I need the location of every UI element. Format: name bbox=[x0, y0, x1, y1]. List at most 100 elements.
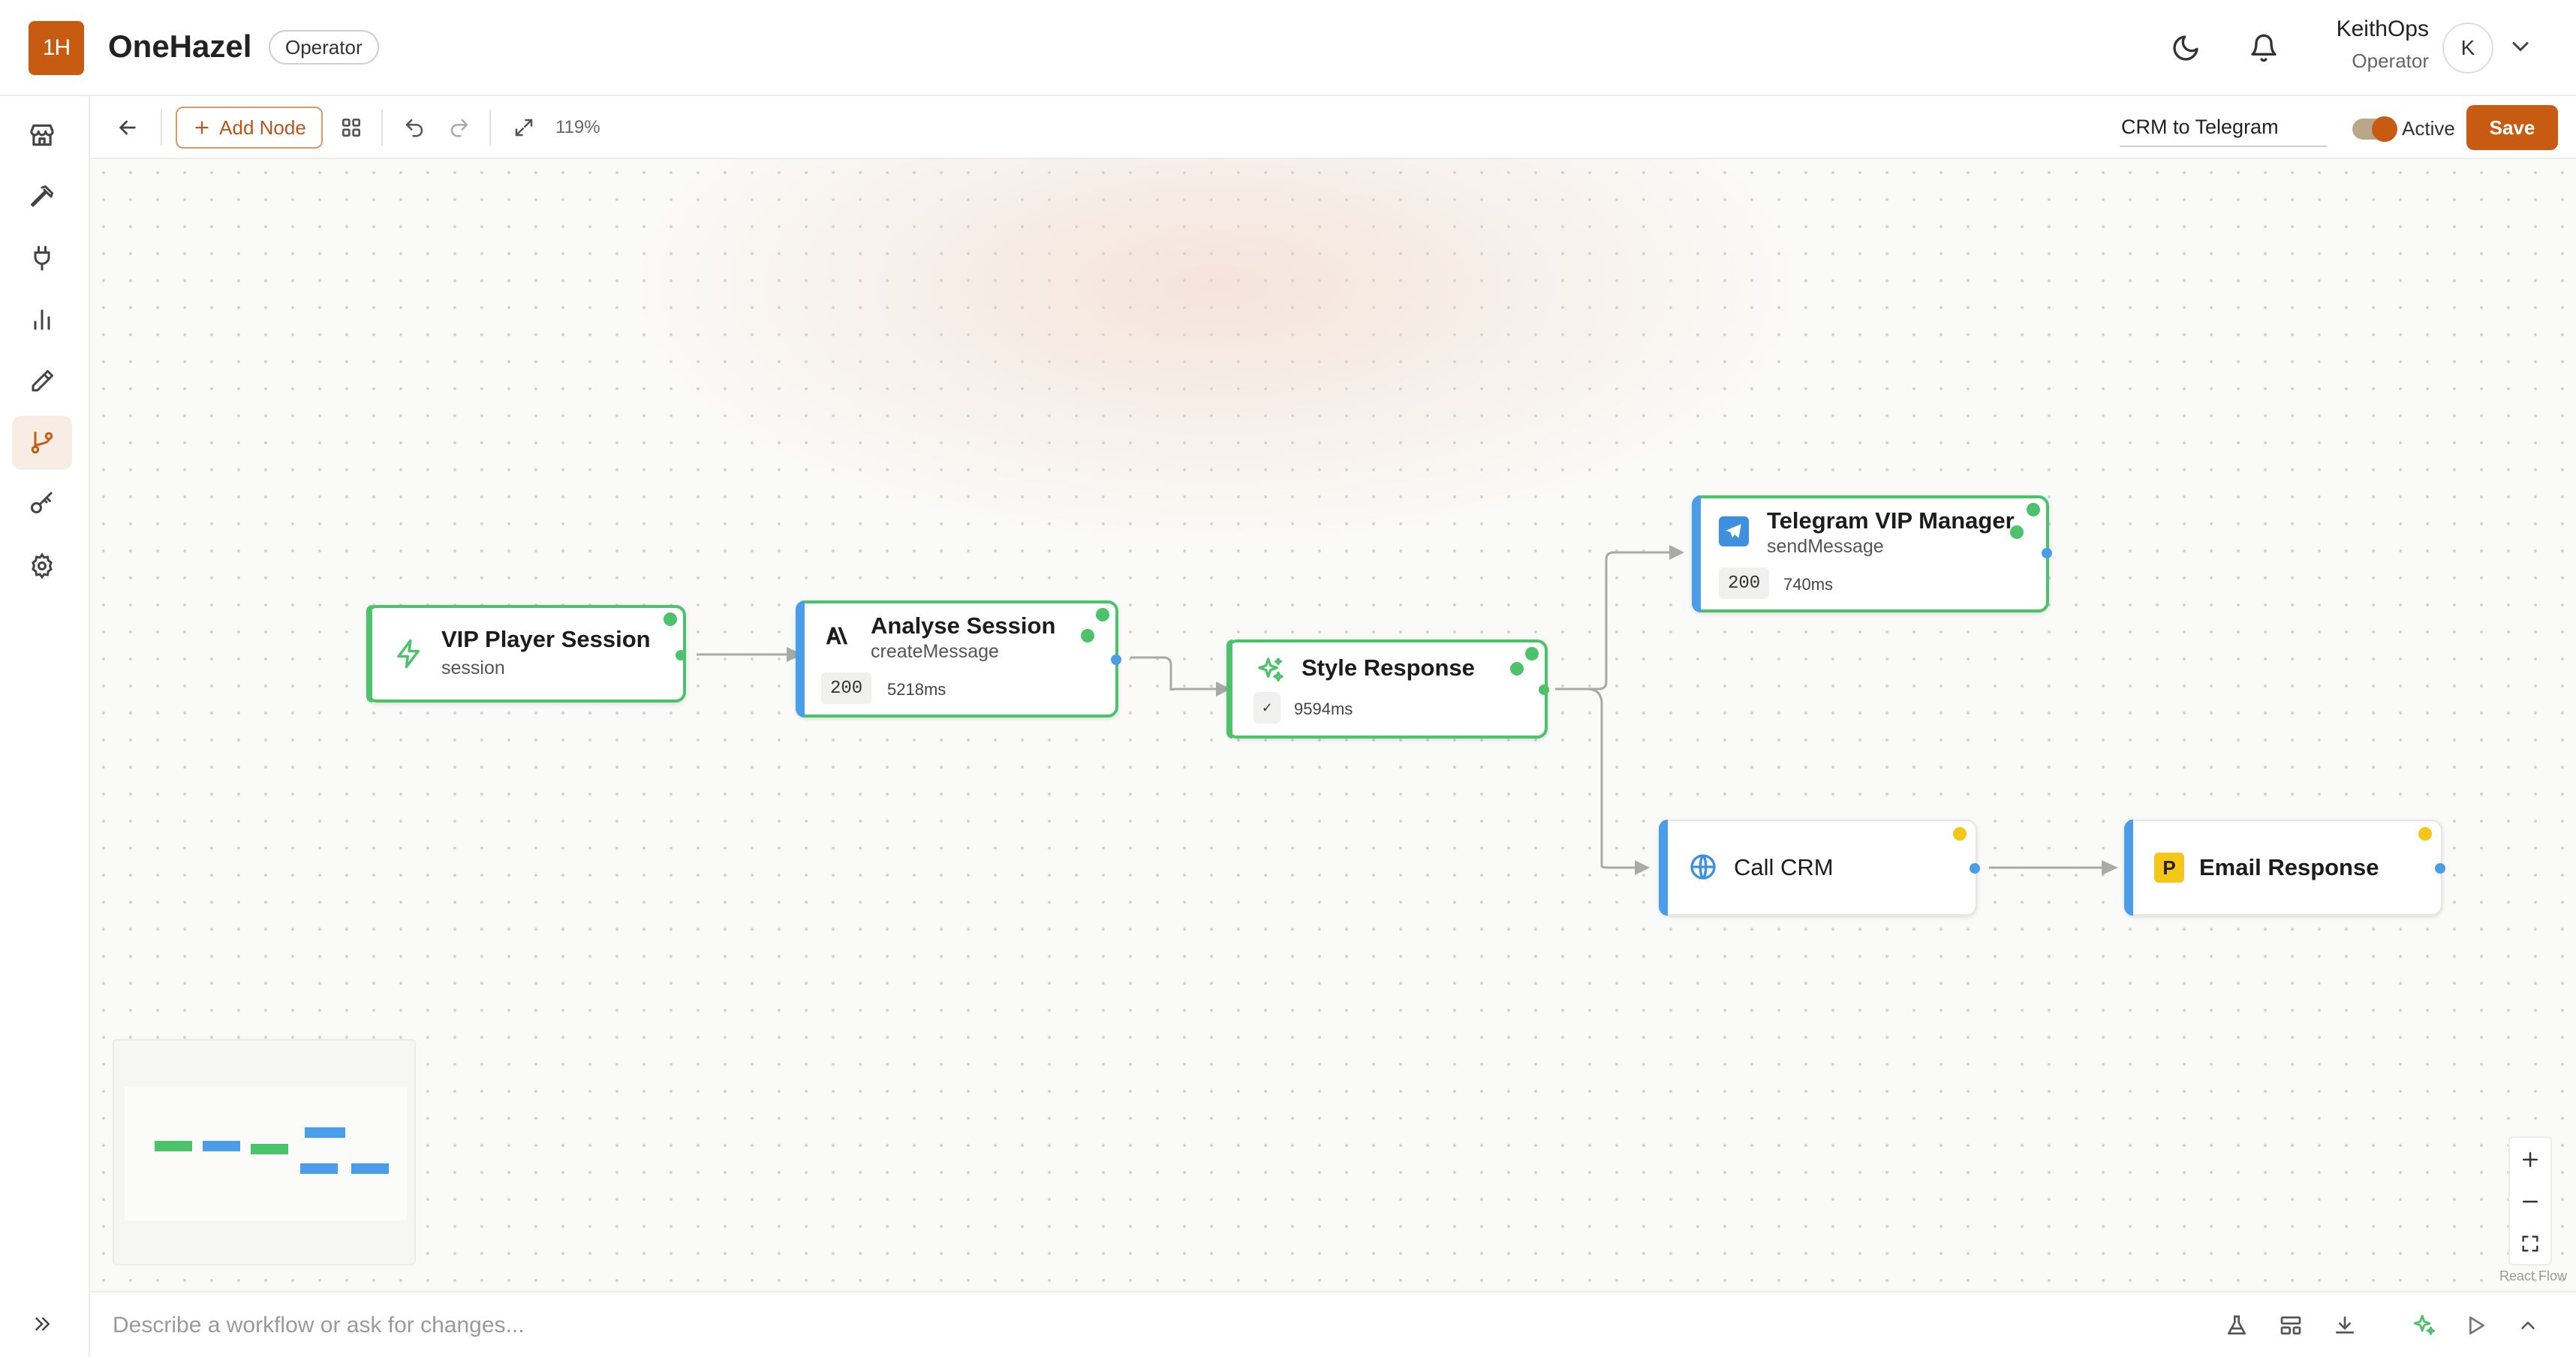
output-handle[interactable] bbox=[2042, 548, 2052, 558]
telegram-icon bbox=[1719, 516, 1749, 546]
node-accent-bar bbox=[1659, 820, 1668, 916]
add-node-button[interactable]: Add Node bbox=[176, 107, 323, 149]
node-analyse-session[interactable]: Analyse Session createMessage 200 5218ms bbox=[796, 600, 1121, 718]
zoom-out-button[interactable] bbox=[2510, 1181, 2550, 1222]
store-icon bbox=[30, 124, 54, 146]
auto-layout-button[interactable] bbox=[332, 107, 371, 149]
plus-icon bbox=[2523, 1152, 2538, 1167]
grid-icon bbox=[342, 119, 360, 137]
node-telegram-vip-manager[interactable]: Telegram VIP Manager sendMessage 200 740… bbox=[1692, 495, 2052, 612]
anthropic-icon bbox=[820, 618, 854, 653]
templates-button[interactable] bbox=[2274, 1309, 2307, 1342]
node-style-response[interactable]: Style Response ✓ 9594ms bbox=[1226, 639, 1549, 739]
plug-icon bbox=[34, 245, 50, 271]
active-toggle[interactable] bbox=[2352, 116, 2397, 142]
fit-view-control[interactable] bbox=[2510, 1223, 2550, 1264]
user-menu-toggle[interactable] bbox=[2507, 33, 2534, 60]
plus-icon bbox=[195, 121, 209, 134]
workflow-canvas[interactable]: VIP Player Session session Analyse Sessi… bbox=[90, 159, 2576, 1291]
minimap-node bbox=[203, 1141, 240, 1151]
sidebar-item-analytics[interactable] bbox=[12, 293, 72, 347]
status-dot bbox=[1081, 629, 1094, 642]
status-dot bbox=[664, 612, 677, 626]
edge-arrowhead bbox=[1669, 545, 1684, 560]
fit-view-button[interactable] bbox=[504, 107, 543, 149]
node-title: Style Response bbox=[1302, 654, 1475, 681]
output-handle[interactable] bbox=[1970, 863, 1980, 874]
node-email-response[interactable]: P Email Response bbox=[2124, 820, 2445, 916]
workflow-name-input[interactable] bbox=[2120, 108, 2327, 147]
node-title: Call CRM bbox=[1734, 854, 1834, 880]
save-button[interactable]: Save bbox=[2466, 105, 2558, 150]
run-button[interactable] bbox=[2459, 1309, 2492, 1342]
node-accent-bar bbox=[1692, 495, 1701, 612]
ai-generate-button[interactable] bbox=[2408, 1309, 2441, 1342]
sidebar-item-settings[interactable] bbox=[12, 539, 72, 593]
edge-style-to-crm bbox=[1555, 688, 1636, 869]
active-label: Active bbox=[2402, 117, 2455, 140]
download-button[interactable] bbox=[2328, 1309, 2361, 1342]
test-button[interactable] bbox=[2220, 1309, 2253, 1342]
node-accent-bar bbox=[796, 600, 805, 718]
node-title: VIP Player Session bbox=[441, 626, 651, 652]
play-icon bbox=[2469, 1316, 2484, 1334]
sidebar-item-keys[interactable] bbox=[12, 477, 72, 531]
node-subtitle: createMessage bbox=[871, 641, 999, 662]
user-name[interactable]: KeithOps bbox=[2337, 17, 2429, 42]
back-button[interactable] bbox=[108, 107, 147, 149]
output-handle[interactable] bbox=[2435, 863, 2445, 874]
node-accent-bar bbox=[2124, 820, 2133, 916]
output-handle[interactable] bbox=[1111, 654, 1121, 665]
sidebar-item-workflows[interactable] bbox=[12, 416, 72, 470]
expand-icon bbox=[515, 119, 533, 137]
bolt-icon bbox=[392, 636, 426, 671]
arrow-left-icon bbox=[119, 120, 136, 135]
flask-icon bbox=[2228, 1315, 2246, 1334]
node-vip-player-session[interactable]: VIP Player Session session bbox=[366, 605, 686, 703]
sidebar-item-tools[interactable] bbox=[12, 170, 72, 224]
app-logo[interactable]: 1H bbox=[29, 21, 84, 75]
node-title: Email Response bbox=[2199, 854, 2379, 880]
git-branch-icon bbox=[31, 432, 53, 454]
sidebar-item-store[interactable] bbox=[12, 108, 72, 162]
prompt-input[interactable] bbox=[113, 1306, 1989, 1345]
avatar[interactable]: K bbox=[2442, 23, 2493, 74]
layout-icon bbox=[2280, 1316, 2301, 1334]
download-icon bbox=[2336, 1316, 2354, 1334]
chevron-up-icon bbox=[2521, 1321, 2535, 1329]
undo-button[interactable] bbox=[395, 107, 434, 149]
moon-icon bbox=[2173, 35, 2198, 61]
sidebar-item-integrations[interactable] bbox=[12, 231, 72, 285]
edge-arrowhead bbox=[2102, 860, 2118, 875]
toolbar-divider bbox=[489, 110, 491, 146]
react-flow-attribution[interactable]: React Flow bbox=[2499, 1268, 2567, 1284]
toolbar-divider bbox=[161, 110, 162, 146]
duration-label: 740ms bbox=[1783, 575, 1834, 594]
bar-chart-icon bbox=[34, 309, 50, 330]
status-dot bbox=[1510, 662, 1524, 675]
sidebar-expand-button[interactable] bbox=[23, 1304, 62, 1343]
status-code-badge: 200 bbox=[1719, 567, 1770, 599]
minimap-node bbox=[251, 1144, 288, 1154]
notifications-button[interactable] bbox=[2244, 29, 2283, 68]
dark-mode-toggle[interactable] bbox=[2166, 29, 2205, 68]
redo-icon bbox=[450, 119, 468, 137]
toggle-knob bbox=[2372, 116, 2397, 142]
collapse-panel-button[interactable] bbox=[2511, 1309, 2544, 1342]
status-dot bbox=[1953, 827, 1967, 841]
edge-arrowhead bbox=[1635, 860, 1650, 875]
sparkles-icon bbox=[2413, 1314, 2436, 1335]
output-handle[interactable] bbox=[676, 650, 686, 660]
node-accent-bar bbox=[1226, 639, 1232, 739]
add-node-label: Add Node bbox=[219, 116, 306, 139]
minimap-node bbox=[300, 1163, 338, 1174]
redo-button[interactable] bbox=[440, 107, 479, 149]
node-accent-bar bbox=[366, 605, 372, 703]
minimap-node bbox=[351, 1163, 389, 1174]
output-handle[interactable] bbox=[1539, 685, 1549, 695]
app-name: OneHazel bbox=[108, 29, 252, 64]
minimap[interactable] bbox=[113, 1039, 416, 1265]
sidebar-item-design[interactable] bbox=[12, 354, 72, 408]
node-call-crm[interactable]: Call CRM bbox=[1659, 820, 1980, 916]
zoom-in-button[interactable] bbox=[2510, 1139, 2550, 1180]
